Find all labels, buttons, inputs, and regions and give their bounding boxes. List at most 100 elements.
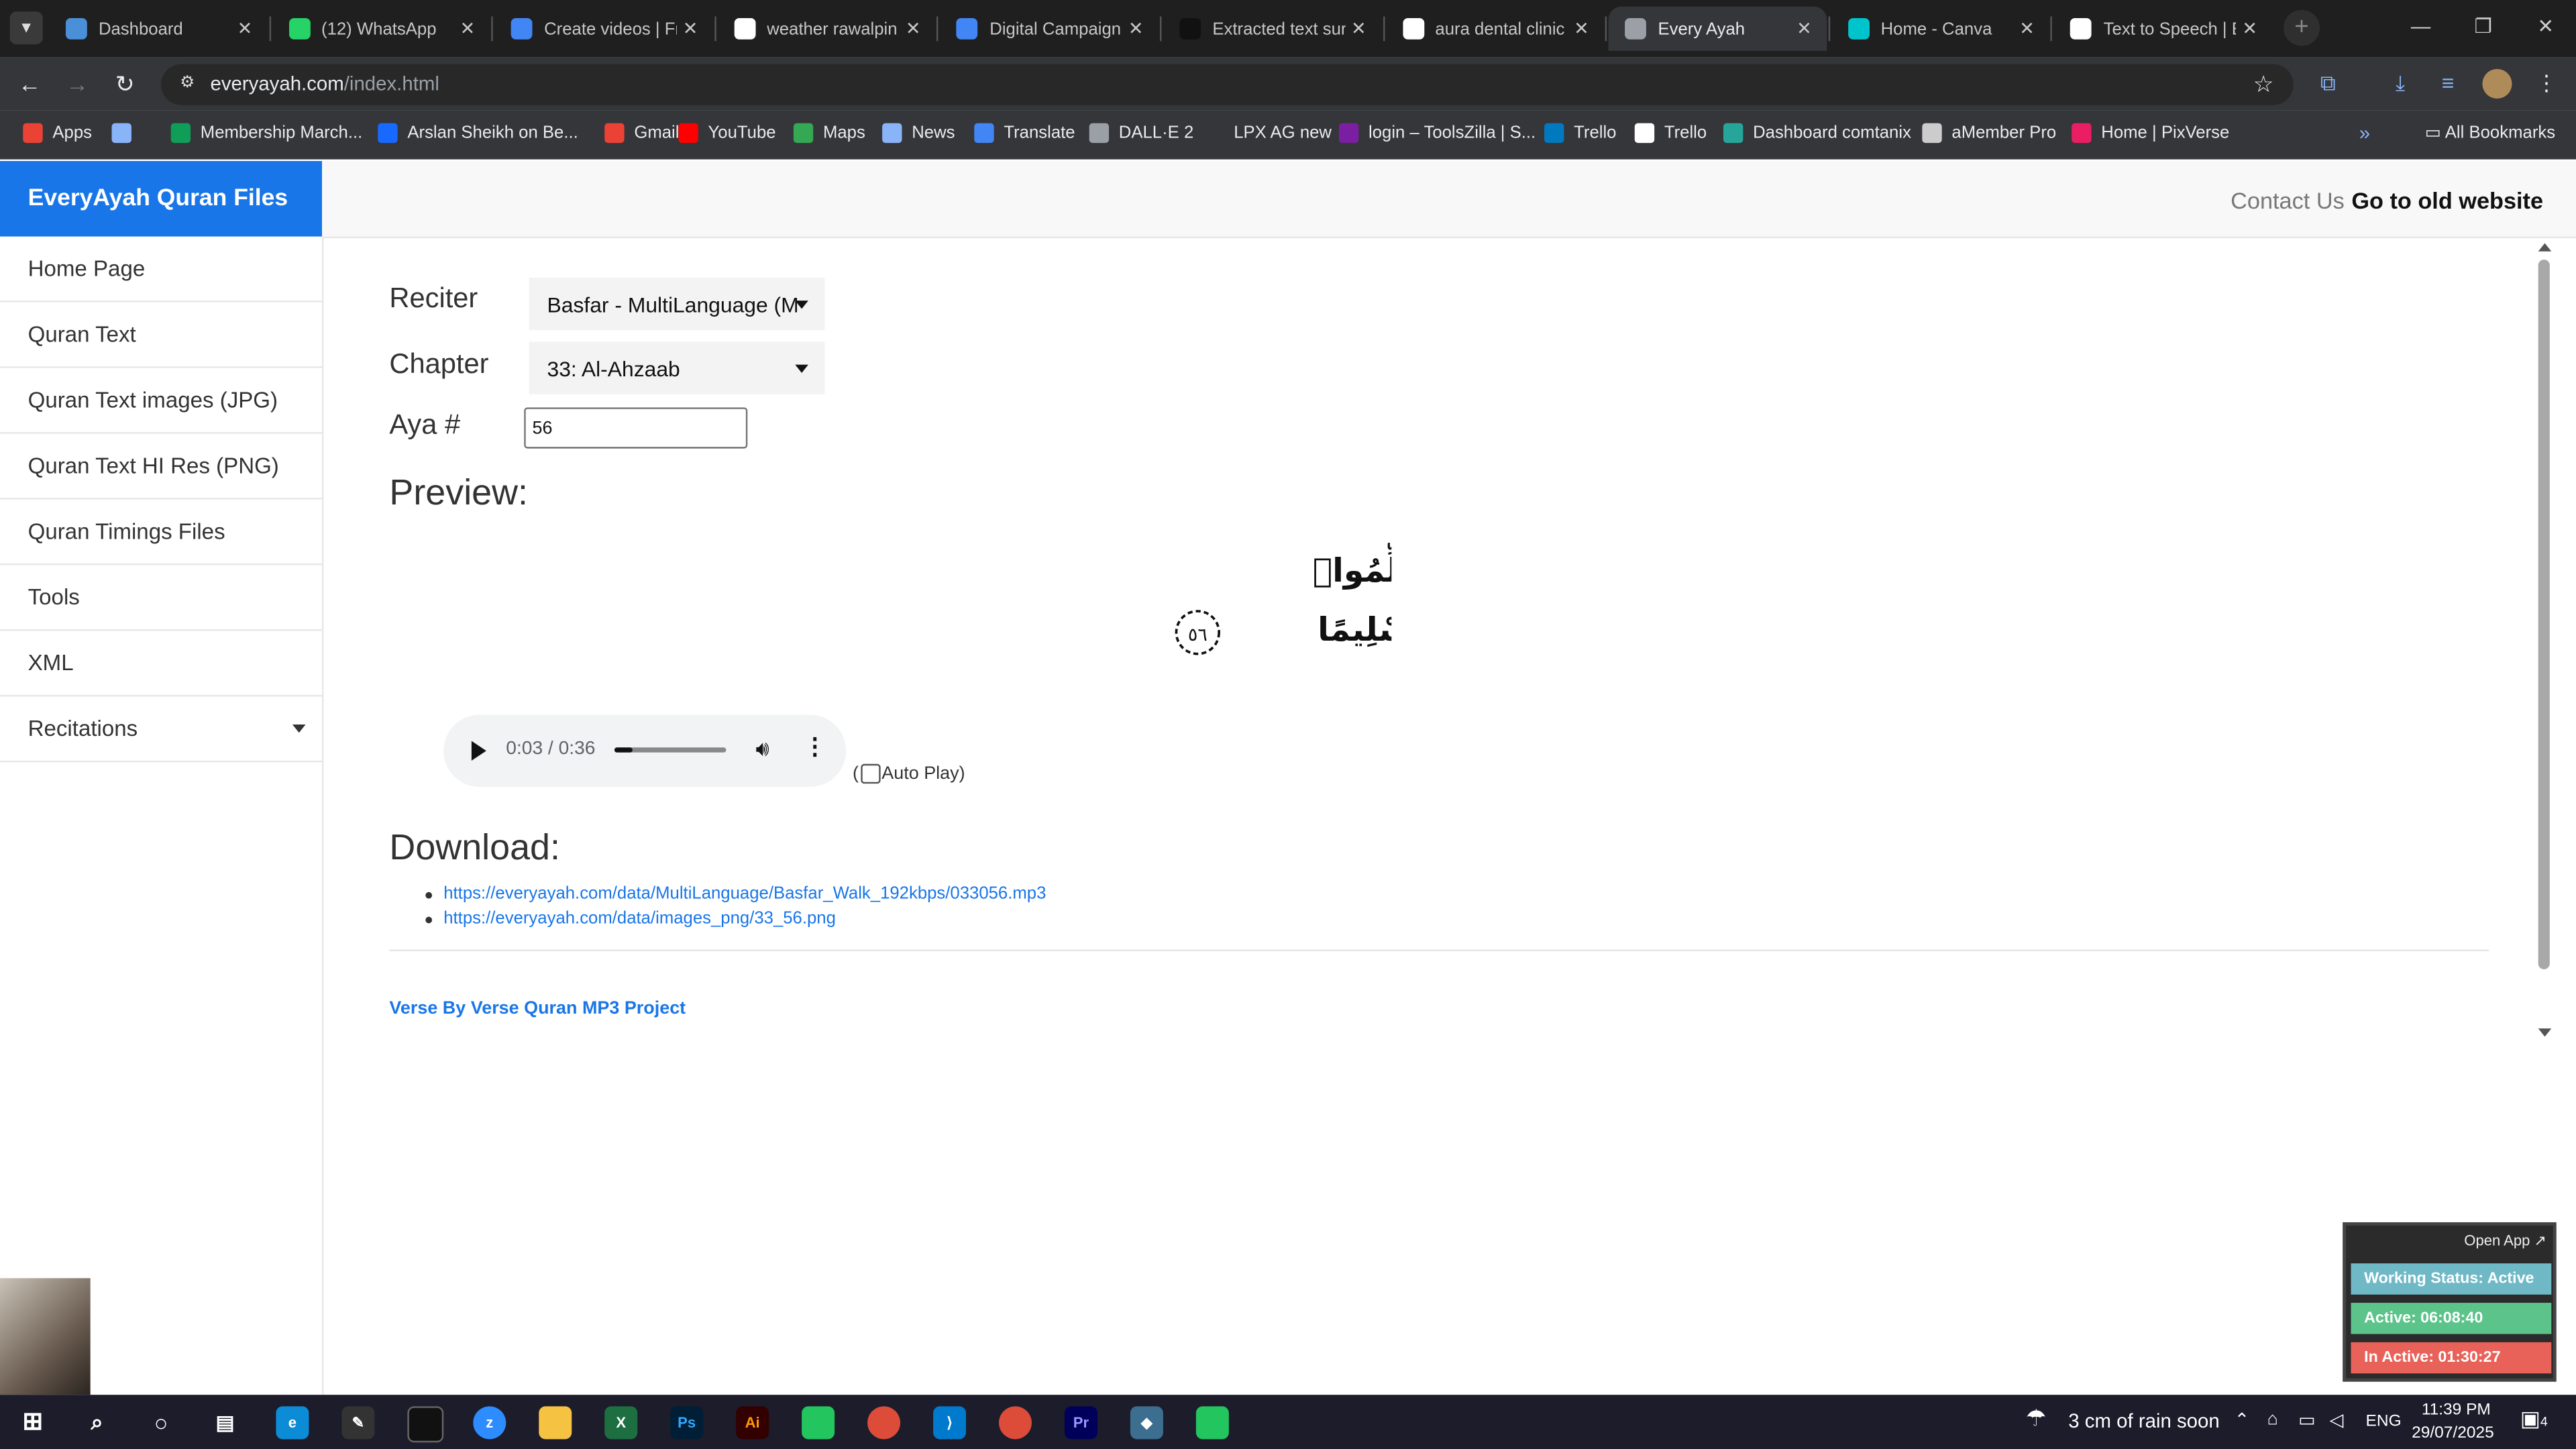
tab-search-button[interactable]: ▾ (9, 11, 43, 45)
sidebar-item-recitations[interactable]: Recitations (0, 696, 323, 763)
scroll-thumb[interactable] (2538, 259, 2550, 969)
terminal-icon[interactable] (407, 1406, 444, 1443)
photoshop-icon[interactable]: Ps (670, 1406, 704, 1440)
bookmark-item[interactable]: Maps (793, 123, 865, 144)
chrome-icon[interactable] (867, 1406, 901, 1440)
windows-start-icon[interactable]: ⊞ (16, 1406, 49, 1439)
media-control-icon[interactable]: ≡ (2433, 69, 2463, 99)
notifications-icon[interactable]: ▣4 (2520, 1406, 2548, 1432)
sidebar-item-timings[interactable]: Quran Timings Files (0, 499, 323, 566)
bookmark-item[interactable]: Gmail (604, 123, 679, 144)
zoom-icon[interactable]: z (473, 1406, 506, 1440)
new-tab-button[interactable]: + (2284, 9, 2320, 46)
green-app-2-icon[interactable] (1195, 1406, 1229, 1440)
tab-item[interactable]: Digital Campaign ✕ (941, 7, 1159, 51)
all-bookmarks-button[interactable]: ▭ All Bookmarks (2425, 123, 2555, 143)
tab-item[interactable]: Every Ayah ✕ (1609, 6, 1827, 51)
bookmark-item[interactable]: Arslan Sheikh on Be... (378, 123, 578, 144)
bookmark-item[interactable]: DALL·E 2 (1089, 123, 1193, 144)
tab-item[interactable]: weather rawalpin ✕ (718, 7, 936, 51)
illustrator-icon[interactable]: Ai (736, 1406, 769, 1440)
bookmark-item[interactable]: LPX AG new (1204, 123, 1332, 144)
bookmark-item[interactable] (111, 123, 142, 144)
open-app-button[interactable]: Open App ↗ (2464, 1232, 2546, 1250)
scroll-down-icon[interactable] (2538, 1028, 2552, 1037)
sidebar-item-tools[interactable]: Tools (0, 565, 323, 631)
site-info-icon[interactable]: ⚙ (176, 72, 199, 95)
aya-input[interactable]: 56 (524, 407, 748, 449)
contact-us-link[interactable]: Contact Us (2231, 187, 2345, 213)
reload-icon[interactable]: ↻ (109, 67, 142, 100)
tab-item[interactable]: Create videos | Fr ✕ (495, 7, 714, 51)
audio-more-icon[interactable]: ⋮ (804, 733, 826, 761)
tab-item[interactable]: Extracted text sur ✕ (1163, 7, 1382, 51)
excel-icon[interactable]: X (604, 1406, 638, 1440)
tab-close-icon[interactable]: ✕ (677, 18, 703, 39)
chrome-profile-icon[interactable] (998, 1406, 1032, 1440)
bookmark-item[interactable]: Trello (1634, 123, 1707, 144)
download-link-mp3[interactable]: https://everyayah.com/data/MultiLanguage… (425, 884, 1046, 909)
search-icon[interactable]: ⌕ (80, 1406, 113, 1439)
clock-time[interactable]: 11:39 PM (2422, 1401, 2491, 1419)
bookmark-item[interactable]: aMember Pro (1922, 123, 2056, 144)
tab-close-icon[interactable]: ✕ (1791, 18, 1817, 39)
tab-close-icon[interactable]: ✕ (1568, 18, 1595, 39)
scroll-up-icon[interactable] (2538, 243, 2552, 252)
bookmark-item[interactable]: YouTube (678, 123, 776, 144)
bookmark-item[interactable]: Trello (1544, 123, 1617, 144)
menu-kebab-icon[interactable]: ⋮ (2532, 69, 2561, 99)
tab-item[interactable]: Text to Speech | E ✕ (2054, 7, 2273, 51)
bookmark-star-icon[interactable]: ☆ (2253, 70, 2274, 99)
back-icon[interactable]: ← (13, 67, 46, 100)
clock-date[interactable]: 29/07/2025 (2412, 1424, 2494, 1442)
tab-close-icon[interactable]: ✕ (1346, 18, 1372, 39)
tab-item[interactable]: aura dental clinic ✕ (1386, 7, 1605, 51)
cortana-icon[interactable]: ○ (145, 1406, 178, 1439)
sidebar-item-home[interactable]: Home Page (0, 237, 323, 303)
reciter-select[interactable]: Basfar - MultiLanguage (M (529, 277, 825, 331)
file-explorer-icon[interactable] (539, 1406, 572, 1440)
autoplay-checkbox[interactable] (860, 763, 880, 784)
vscode-icon[interactable]: ⟩ (933, 1406, 967, 1440)
bookmark-item[interactable]: Dashboard comtanix (1723, 123, 1911, 144)
network-icon[interactable]: ⌂ (2267, 1409, 2278, 1429)
tab-close-icon[interactable]: ✕ (2014, 18, 2040, 39)
weather-text[interactable]: 3 cm of rain soon (2068, 1409, 2219, 1432)
bookmark-item[interactable]: Apps (23, 123, 92, 144)
app-diamond-icon[interactable]: ◆ (1130, 1406, 1163, 1440)
weather-icon[interactable]: ☂ (2026, 1405, 2047, 1433)
sidebar-item-hi-res[interactable]: Quran Text HI Res (PNG) (0, 434, 323, 500)
play-icon[interactable] (471, 741, 486, 761)
green-app-icon[interactable] (802, 1406, 835, 1440)
maximize-button[interactable]: ❐ (2453, 0, 2514, 52)
old-website-link[interactable]: Go to old website (2351, 187, 2543, 213)
volume-icon[interactable]: 🔊︎ (756, 736, 769, 762)
bookmark-item[interactable]: Membership March... (170, 123, 362, 144)
pen-tool-icon[interactable]: ✎ (341, 1406, 375, 1440)
edge-icon[interactable]: e (276, 1406, 309, 1440)
tab-close-icon[interactable]: ✕ (900, 18, 926, 39)
bookmark-item[interactable]: Translate (974, 123, 1075, 144)
extension-icon[interactable]: ⧉ (2313, 69, 2343, 99)
sidebar-item-text-images[interactable]: Quran Text images (JPG) (0, 368, 323, 434)
more-bookmarks-icon[interactable]: » (2359, 121, 2370, 144)
tray-chevron-icon[interactable]: ⌃ (2235, 1409, 2250, 1431)
download-link-png[interactable]: https://everyayah.com/data/images_png/33… (425, 908, 1046, 933)
close-window-button[interactable]: ✕ (2515, 0, 2576, 52)
minimize-button[interactable]: — (2390, 0, 2451, 52)
address-bar[interactable]: ⚙ everyayah.com/index.html ☆ (161, 64, 2294, 105)
tab-item[interactable]: Home - Canva ✕ (1831, 7, 2050, 51)
tab-item[interactable]: Dashboard ✕ (49, 7, 268, 51)
wifi-icon[interactable]: ▭ (2298, 1409, 2315, 1431)
tab-item[interactable]: (12) WhatsApp ✕ (272, 7, 491, 51)
audio-seek-slider[interactable] (614, 747, 727, 753)
volume-tray-icon[interactable]: ◁ (2330, 1409, 2344, 1431)
chapter-select[interactable]: 33: Al-Ahzaab (529, 341, 825, 394)
sidebar-item-xml[interactable]: XML (0, 631, 323, 697)
profile-avatar[interactable] (2482, 68, 2512, 99)
bookmark-item[interactable]: login – ToolsZilla | S... (1338, 123, 1536, 144)
forward-icon[interactable]: → (61, 67, 94, 100)
tab-close-icon[interactable]: ✕ (454, 18, 480, 39)
footer-link[interactable]: Verse By Verse Quran MP3 Project (389, 999, 686, 1018)
tab-close-icon[interactable]: ✕ (2237, 18, 2263, 39)
